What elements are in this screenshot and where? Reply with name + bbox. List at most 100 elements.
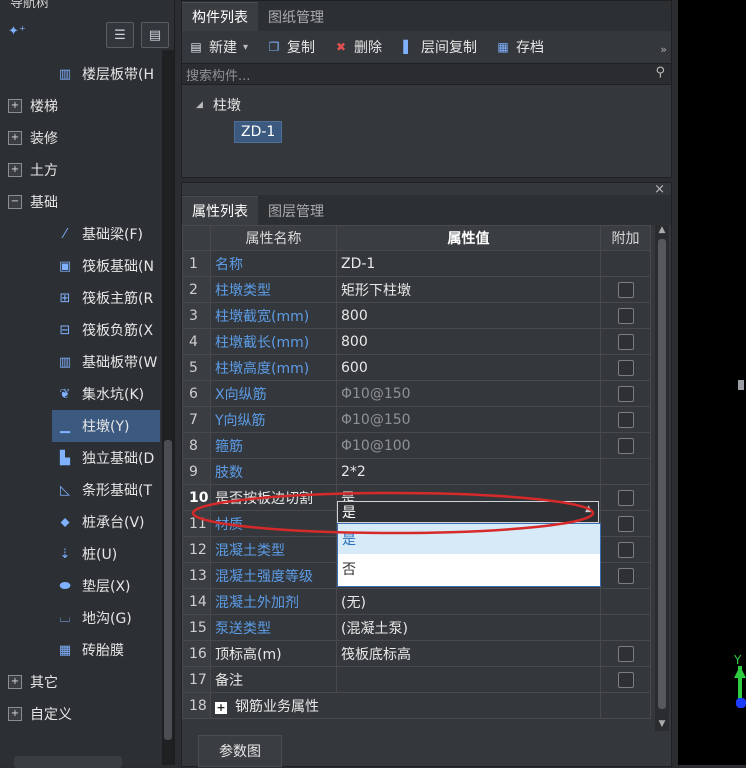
expand-icon[interactable]: +	[8, 675, 22, 689]
property-value[interactable]	[336, 666, 601, 693]
nav-item[interactable]: ▥ 基础板带(W	[0, 346, 162, 378]
nav-item[interactable]: + 楼梯	[0, 90, 162, 122]
property-value[interactable]: 800	[336, 302, 601, 329]
property-row[interactable]: 14 混凝土外加剂 (无)	[182, 588, 651, 615]
expand-icon[interactable]: +	[8, 131, 22, 145]
property-row[interactable]: 9 肢数 2*2	[182, 458, 651, 485]
collapse-icon[interactable]: −	[8, 195, 22, 209]
tab-layer-management[interactable]: 图层管理	[258, 197, 334, 225]
property-value[interactable]: (混凝土泵)	[336, 614, 601, 641]
expand-group-icon[interactable]: +	[215, 701, 227, 714]
chevron-down-icon[interactable]: ▾	[243, 42, 248, 53]
tab-drawing-management[interactable]: 图纸管理	[258, 3, 334, 31]
tab-component-list[interactable]: 构件列表	[182, 2, 258, 31]
extra-checkbox[interactable]	[617, 307, 634, 324]
property-value[interactable]: 800	[336, 328, 601, 355]
extra-checkbox[interactable]	[617, 281, 634, 298]
scroll-down-icon[interactable]: ▼	[655, 719, 669, 731]
extra-checkbox[interactable]	[617, 411, 634, 428]
list-view-icon[interactable]: ☰	[106, 22, 134, 48]
property-row[interactable]: 7 Y向纵筋 Φ10@150	[182, 406, 651, 433]
nav-item[interactable]: − 基础	[0, 186, 162, 218]
nav-item[interactable]: ▁ 柱墩(Y)	[52, 410, 160, 442]
nav-scroll-thumb[interactable]	[164, 440, 172, 740]
component-search-input[interactable]: 搜索构件... ⚲	[182, 63, 671, 85]
nav-item[interactable]: + 装修	[0, 122, 162, 154]
tab-property-list[interactable]: 属性列表	[182, 196, 258, 225]
toolbar-overflow-icon[interactable]: »	[660, 43, 667, 56]
search-icon[interactable]: ⚲	[655, 65, 665, 80]
property-scroll-thumb[interactable]	[658, 239, 666, 709]
property-value[interactable]: Φ10@150	[336, 380, 601, 407]
extra-checkbox[interactable]	[617, 385, 634, 402]
nav-item[interactable]: ⬥ 桩承台(V)	[0, 506, 162, 538]
floor-copy-button[interactable]: ▌ 层间复制	[400, 37, 477, 57]
extra-checkbox[interactable]	[617, 437, 634, 454]
property-row[interactable]: 8 箍筋 Φ10@100	[182, 432, 651, 459]
property-value[interactable]: 筏板底标高	[336, 640, 601, 667]
property-row[interactable]: 3 柱墩截宽(mm) 800	[182, 302, 651, 329]
nav-item[interactable]: ⇣ 桩(U)	[0, 538, 162, 570]
nav-item[interactable]: ❦ 集水坑(K)	[0, 378, 162, 410]
extra-checkbox[interactable]	[617, 359, 634, 376]
nav-item[interactable]: ▦ 砖胎膜	[0, 634, 162, 666]
nav-item[interactable]: + 自定义	[0, 698, 162, 730]
panel-view-icon[interactable]: ▤	[141, 22, 169, 48]
property-row[interactable]: 2 柱墩类型 矩形下柱墩	[182, 276, 651, 303]
expand-icon[interactable]: +	[8, 163, 22, 177]
tree-group-column-pier[interactable]: ◢ 柱墩	[196, 95, 241, 115]
property-value[interactable]: (无)	[336, 588, 601, 615]
extra-checkbox[interactable]	[617, 567, 634, 584]
expand-icon[interactable]: +	[8, 707, 22, 721]
property-row[interactable]: 15 泵送类型 (混凝土泵)	[182, 614, 651, 641]
property-row[interactable]: 17 备注	[182, 666, 651, 693]
nav-item[interactable]: + 土方	[0, 154, 162, 186]
extra-checkbox[interactable]	[617, 645, 634, 662]
property-value[interactable]: Φ10@100	[336, 432, 601, 459]
new-button[interactable]: ▤ 新建 ▾	[188, 37, 248, 57]
nav-item[interactable]: ⌴ 地沟(G)	[0, 602, 162, 634]
scroll-up-icon[interactable]: ▲	[655, 225, 669, 237]
extra-checkbox[interactable]	[617, 489, 634, 506]
extra-checkbox[interactable]	[617, 671, 634, 688]
property-value[interactable]: 2*2	[336, 458, 601, 485]
property-value[interactable]: 矩形下柱墩	[336, 276, 601, 303]
nav-item[interactable]: ▣ 筏板基础(N	[0, 250, 162, 282]
nav-item[interactable]: ⬬ 垫层(X)	[0, 570, 162, 602]
property-row[interactable]: 1 名称 ZD-1	[182, 250, 651, 277]
dropdown-option-no[interactable]: 否	[338, 554, 600, 584]
property-row[interactable]: 5 柱墩高度(mm) 600	[182, 354, 651, 381]
property-row[interactable]: 4 柱墩截长(mm) 800	[182, 328, 651, 355]
nav-item[interactable]: ⁄ 基础梁(F)	[0, 218, 162, 250]
parameter-diagram-button[interactable]: 参数图	[198, 735, 282, 767]
nav-item[interactable]: ▥ 楼层板带(H	[0, 58, 162, 90]
nav-item[interactable]: + 其它	[0, 666, 162, 698]
nav-horizontal-scroll[interactable]	[14, 756, 122, 768]
copy-button[interactable]: ❐ 复制	[266, 37, 315, 57]
expand-icon[interactable]: +	[8, 99, 22, 113]
property-row[interactable]: 16 顶标高(m) 筏板底标高	[182, 640, 651, 667]
extra-checkbox[interactable]	[617, 515, 634, 532]
3d-viewport[interactable]: Y	[678, 0, 746, 765]
nav-item[interactable]: ▙ 独立基础(D	[0, 442, 162, 474]
property-value[interactable]: 600	[336, 354, 601, 381]
nav-item[interactable]: ⊞ 筏板主筋(R	[0, 282, 162, 314]
viewport-splitter-handle[interactable]	[738, 380, 744, 390]
nav-item[interactable]: ⊟ 筏板负筋(X	[0, 314, 162, 346]
nav-item[interactable]: ◺ 条形基础(T	[0, 474, 162, 506]
collapse-triangle-icon[interactable]: ◢	[196, 100, 203, 110]
property-value[interactable]: ZD-1	[336, 250, 601, 277]
component-item-zd1[interactable]: ZD-1	[234, 121, 283, 143]
property-row[interactable]: 6 X向纵筋 Φ10@150	[182, 380, 651, 407]
delete-button[interactable]: ✖ 删除	[333, 37, 382, 57]
close-icon[interactable]: ×	[654, 182, 665, 197]
property-row[interactable]: 18 + 钢筋业务属性	[182, 692, 651, 719]
nav-scrollbar[interactable]	[162, 50, 174, 765]
property-value[interactable]: Φ10@150	[336, 406, 601, 433]
sparkle-icon[interactable]: ✦⁺	[8, 24, 26, 39]
archive-button[interactable]: ▦ 存档	[495, 37, 544, 57]
extra-checkbox[interactable]	[617, 333, 634, 350]
extra-checkbox[interactable]	[617, 541, 634, 558]
property-scrollbar[interactable]: ▲ ▼	[655, 225, 669, 731]
property-name: 混凝土外加剂	[210, 588, 337, 615]
